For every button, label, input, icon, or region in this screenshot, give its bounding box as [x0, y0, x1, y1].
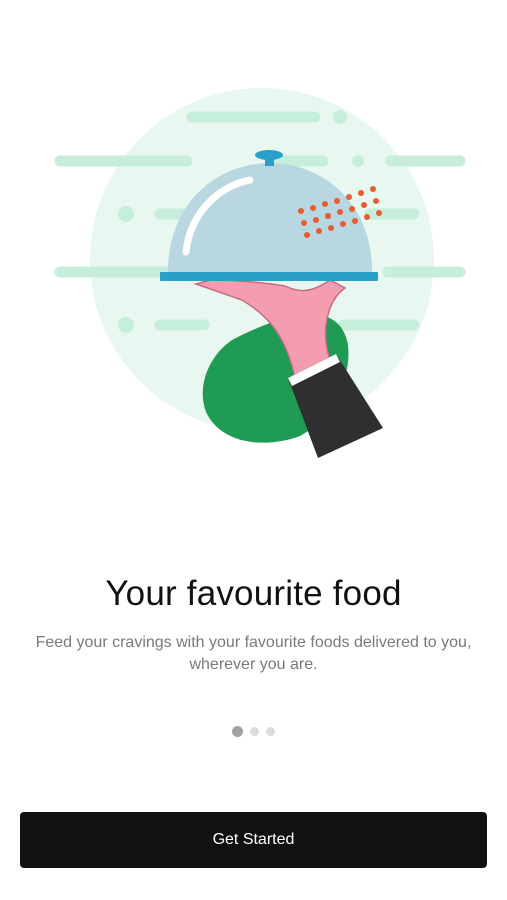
page-dot-3[interactable]: [266, 727, 275, 736]
get-started-button[interactable]: Get Started: [20, 812, 487, 868]
onboarding-title: Your favourite food: [105, 574, 402, 613]
onboarding-illustration: [0, 0, 507, 480]
page-dot-2[interactable]: [250, 727, 259, 736]
page-dot-1[interactable]: [232, 726, 243, 737]
page-indicator: [0, 726, 507, 737]
food-cloche-served-icon: [54, 88, 466, 458]
onboarding-subtitle: Feed your cravings with your favourite f…: [35, 634, 472, 673]
